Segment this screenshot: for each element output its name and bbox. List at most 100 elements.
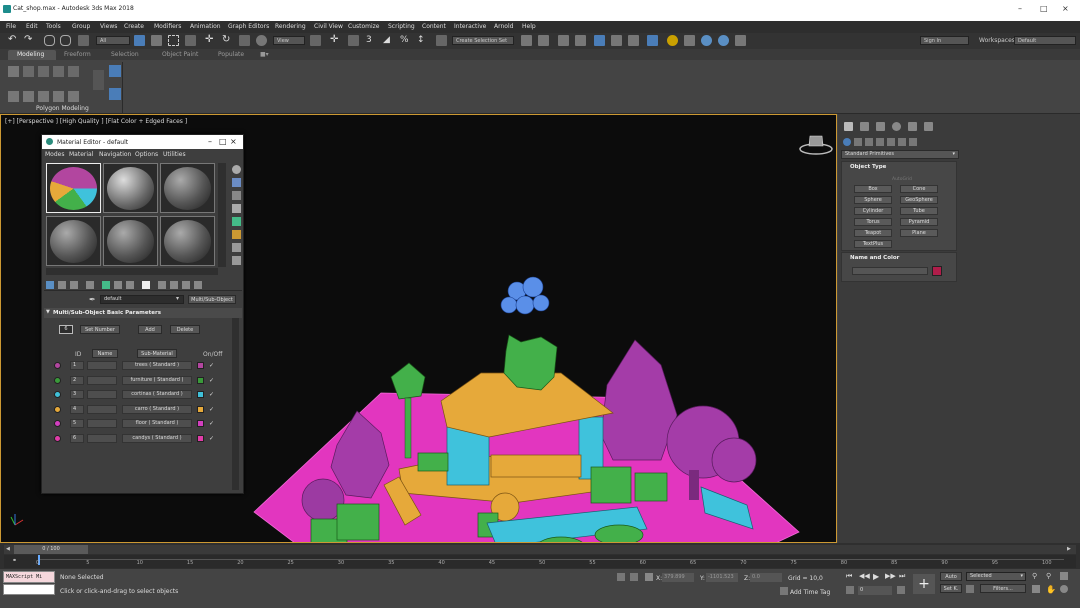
copy-material-icon[interactable] <box>102 281 110 289</box>
move-icon[interactable]: ✛ <box>205 35 216 46</box>
undo-icon[interactable]: ↶ <box>8 35 19 46</box>
sign-in-dropdown[interactable]: Sign In <box>920 36 969 45</box>
menu-graph-editors[interactable]: Graph Editors <box>228 23 269 30</box>
material-editor-titlebar[interactable]: Material Editor - default – □ × <box>42 135 243 149</box>
menu-modifiers[interactable]: Modifiers <box>154 23 181 30</box>
key-mode-icon[interactable] <box>846 586 854 594</box>
make-unique-icon[interactable] <box>114 281 122 289</box>
material-editor-maximize-icon[interactable]: □ <box>219 137 227 146</box>
tab-populate[interactable]: Populate <box>218 51 244 58</box>
orbit-icon[interactable] <box>1060 585 1068 593</box>
menu-content[interactable]: Content <box>422 23 446 30</box>
time-configuration-icon[interactable] <box>897 586 905 594</box>
slot-h-scrollbar[interactable] <box>46 268 218 275</box>
material-editor-close-icon[interactable]: × <box>230 137 237 146</box>
selection-filter-dropdown[interactable]: All <box>96 36 130 45</box>
ribbon-tool-2[interactable] <box>23 91 34 102</box>
submaterial-name-field[interactable] <box>87 404 117 414</box>
submaterial-button[interactable]: floor ( Standard ) <box>122 419 192 428</box>
menu-views[interactable]: Views <box>100 23 117 30</box>
render-iterative-icon[interactable] <box>718 35 729 46</box>
ribbon-tool-5[interactable] <box>68 91 79 102</box>
mirror-icon[interactable] <box>521 35 532 46</box>
menu-material[interactable]: Material <box>69 151 93 158</box>
material-name-dropdown-icon[interactable]: ▾ <box>176 295 179 302</box>
selection-lock-icon[interactable] <box>630 573 638 581</box>
material-slot-4[interactable] <box>46 216 101 266</box>
menu-options[interactable]: Options <box>135 151 158 158</box>
show-shaded-icon[interactable] <box>158 281 166 289</box>
menu-group[interactable]: Group <box>72 23 90 30</box>
zoom-extents-icon[interactable] <box>1060 572 1068 580</box>
auto-key-button[interactable]: Auto <box>940 572 962 581</box>
create-sphere-button[interactable]: Sphere <box>854 196 892 204</box>
zoom-all-icon[interactable]: ⚲ <box>1046 572 1051 580</box>
make-preview-icon[interactable] <box>232 230 241 239</box>
edit-mode-icon[interactable] <box>8 66 19 77</box>
create-plane-button[interactable]: Plane <box>900 229 938 237</box>
window-crossing-icon[interactable] <box>185 35 196 46</box>
play-icon[interactable]: ▶ <box>873 572 879 581</box>
ribbon-tool-4[interactable] <box>53 91 64 102</box>
add-button[interactable]: Add <box>138 325 162 334</box>
tab-object-paint[interactable]: Object Paint <box>162 51 198 58</box>
material-slot-1[interactable] <box>46 163 101 213</box>
submaterial-color-swatch[interactable] <box>197 420 204 427</box>
y-coordinate-field[interactable]: -1101.523 <box>706 573 738 582</box>
menu-modes[interactable]: Modes <box>45 151 64 158</box>
placement-icon[interactable] <box>256 35 267 46</box>
name-color-header[interactable]: Name and Color <box>842 253 956 263</box>
menu-customize[interactable]: Customize <box>348 23 380 30</box>
assign-to-selection-icon[interactable] <box>70 281 78 289</box>
create-tube-button[interactable]: Tube <box>900 207 938 215</box>
create-teapot-button[interactable]: Teapot <box>854 229 892 237</box>
render-production-icon[interactable] <box>701 35 712 46</box>
utilities-tab-icon[interactable] <box>924 122 933 131</box>
submaterial-on-checkbox[interactable]: ✓ <box>209 362 214 369</box>
key-icon[interactable]: ⚭ <box>12 557 17 564</box>
menu-arnold[interactable]: Arnold <box>494 23 513 30</box>
rendered-frame-window-icon[interactable] <box>684 35 695 46</box>
vertex-mode-icon[interactable] <box>23 66 34 77</box>
ribbon-options-icon[interactable]: ■▾ <box>260 51 269 58</box>
helpers-icon[interactable] <box>887 138 895 146</box>
keyboard-shortcut-icon[interactable] <box>348 35 359 46</box>
polygon-modeling-label[interactable]: Polygon Modeling <box>36 105 89 112</box>
modify-mode-icon[interactable] <box>109 65 121 77</box>
object-color-swatch[interactable] <box>932 266 942 276</box>
video-color-check-icon[interactable] <box>232 217 241 226</box>
rotate-icon[interactable]: ↻ <box>222 35 233 46</box>
scale-icon[interactable] <box>239 35 250 46</box>
submaterial-color-swatch[interactable] <box>197 376 204 384</box>
create-torus-button[interactable]: Torus <box>854 218 892 226</box>
submaterial-button[interactable]: cortinas ( Standard ) <box>122 390 192 399</box>
key-filters-button[interactable]: Filters... <box>980 584 1026 593</box>
menu-create[interactable]: Create <box>124 23 144 30</box>
column-header-name[interactable]: Name <box>92 349 118 358</box>
material-id-channel-icon[interactable] <box>142 281 150 289</box>
cameras-icon[interactable] <box>876 138 884 146</box>
border-mode-icon[interactable] <box>53 66 64 77</box>
autogrid-label[interactable]: AutoGrid <box>892 177 912 182</box>
backlight-icon[interactable] <box>232 178 241 187</box>
delete-button[interactable]: Delete <box>170 325 200 334</box>
material-slot-2[interactable] <box>103 163 158 213</box>
pan-icon[interactable]: ✋ <box>1046 585 1056 594</box>
submaterial-button[interactable]: furniture ( Standard ) <box>122 375 192 385</box>
menu-help[interactable]: Help <box>522 23 536 30</box>
snaps-toggle-icon[interactable]: 3 <box>366 35 377 46</box>
go-to-parent-icon[interactable] <box>182 281 190 289</box>
motion-tab-icon[interactable] <box>892 122 901 131</box>
material-slot-6[interactable] <box>160 216 215 266</box>
modify-tab-icon[interactable] <box>860 122 869 131</box>
object-name-field[interactable] <box>852 267 928 275</box>
space-warps-icon[interactable] <box>898 138 906 146</box>
edit-named-selection-icon[interactable] <box>436 35 447 46</box>
create-cylinder-button[interactable]: Cylinder <box>854 207 892 215</box>
hierarchy-tab-icon[interactable] <box>876 122 885 131</box>
systems-icon[interactable] <box>909 138 917 146</box>
set-number-button[interactable]: Set Number <box>80 325 120 334</box>
schematic-view-icon[interactable] <box>628 35 639 46</box>
material-editor-icon[interactable] <box>647 35 658 46</box>
submaterial-on-checkbox[interactable]: ✓ <box>209 377 214 384</box>
